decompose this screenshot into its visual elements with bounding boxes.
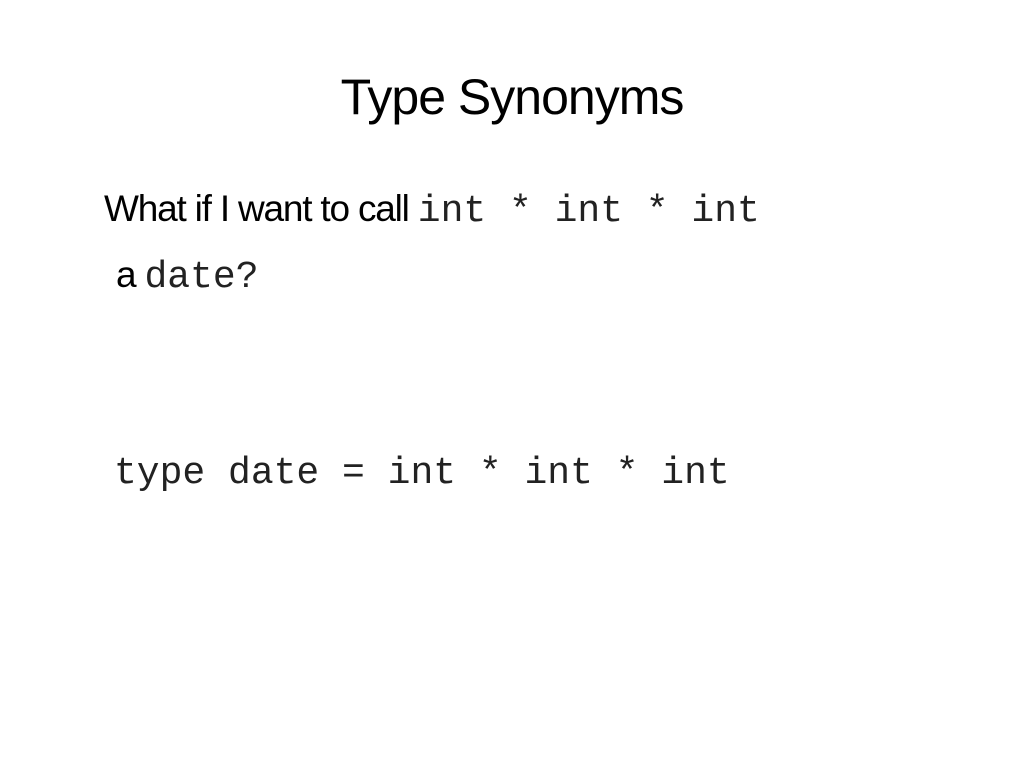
slide-title: Type Synonyms [340,69,685,125]
question-text-a: a [116,254,137,295]
question-line-1: What if I want to call int * int * int [104,188,760,233]
code-example-line: type date = int * int * int [114,450,730,495]
question-code-date: date? [144,256,259,299]
question-code: int * int * int [417,190,760,233]
slide: Type Synonyms What if I want to call int… [0,0,1024,768]
code-example: type date = int * int * int [114,452,730,495]
question-text: What if I want to call [104,188,410,229]
question-line-2: a date? [116,254,259,299]
